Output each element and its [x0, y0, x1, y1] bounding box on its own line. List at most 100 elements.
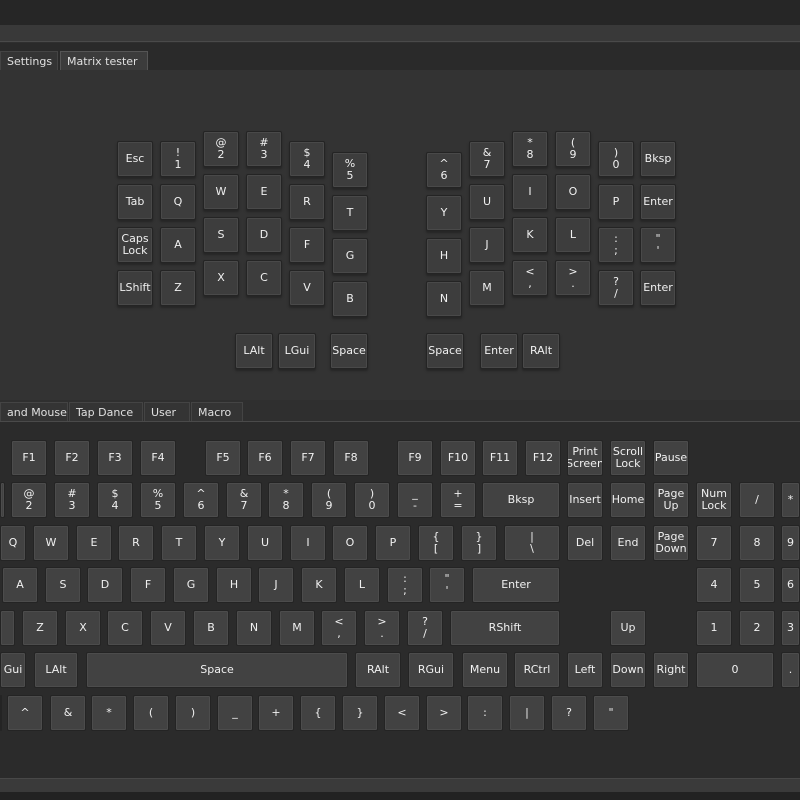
key[interactable]: ? /: [407, 610, 443, 646]
key[interactable]: Space: [330, 333, 368, 369]
key[interactable]: B: [193, 610, 229, 646]
key[interactable]: F10: [440, 440, 476, 476]
key[interactable]: ) 0: [354, 482, 390, 518]
key[interactable]: ) 0: [598, 141, 634, 177]
key[interactable]: Down: [610, 652, 646, 688]
key[interactable]: F5: [205, 440, 241, 476]
key[interactable]: ": [593, 695, 629, 731]
key[interactable]: I: [290, 525, 326, 561]
key[interactable]: & 7: [226, 482, 262, 518]
key[interactable]: & 7: [469, 141, 505, 177]
key[interactable]: Page Up: [653, 482, 689, 518]
key[interactable]: E: [246, 174, 282, 210]
key[interactable]: Y: [426, 195, 462, 231]
key[interactable]: | \: [504, 525, 560, 561]
key[interactable]: ^ 6: [426, 152, 462, 188]
key[interactable]: L: [344, 567, 380, 603]
key[interactable]: Q: [160, 184, 196, 220]
key[interactable]: |: [509, 695, 545, 731]
key[interactable]: Bksp: [640, 141, 676, 177]
key[interactable]: Y: [204, 525, 240, 561]
key[interactable]: F12: [525, 440, 561, 476]
key[interactable]: /: [739, 482, 775, 518]
key[interactable]: 5: [739, 567, 775, 603]
key[interactable]: D: [246, 217, 282, 253]
tab-mouse[interactable]: and Mouse: [0, 402, 68, 422]
key[interactable]: Enter: [480, 333, 518, 369]
key[interactable]: .: [781, 652, 800, 688]
key[interactable]: RAlt: [522, 333, 560, 369]
key[interactable]: X: [203, 260, 239, 296]
key[interactable]: ( 9: [311, 482, 347, 518]
key[interactable]: Home: [610, 482, 646, 518]
key[interactable]: } ]: [461, 525, 497, 561]
key[interactable]: C: [246, 260, 282, 296]
tab-settings[interactable]: Settings: [0, 51, 58, 71]
key[interactable]: <: [384, 695, 420, 731]
key[interactable]: V: [289, 270, 325, 306]
key[interactable]: >: [426, 695, 462, 731]
key[interactable]: ^ 6: [183, 482, 219, 518]
tab-user[interactable]: User: [144, 402, 190, 422]
key[interactable]: [0, 610, 15, 646]
key[interactable]: % 5: [332, 152, 368, 188]
tab-macro[interactable]: Macro: [191, 402, 243, 422]
key[interactable]: W: [33, 525, 69, 561]
key[interactable]: F: [289, 227, 325, 263]
key[interactable]: @ 2: [11, 482, 47, 518]
key[interactable]: R: [118, 525, 154, 561]
key[interactable]: " ': [429, 567, 465, 603]
key[interactable]: Space: [86, 652, 348, 688]
key[interactable]: P: [598, 184, 634, 220]
key[interactable]: W: [203, 174, 239, 210]
key[interactable]: O: [555, 174, 591, 210]
key[interactable]: ? /: [598, 270, 634, 306]
key[interactable]: " ': [640, 227, 676, 263]
key[interactable]: H: [216, 567, 252, 603]
key[interactable]: Z: [160, 270, 196, 306]
key[interactable]: K: [301, 567, 337, 603]
key[interactable]: [0, 482, 5, 518]
key[interactable]: I: [512, 174, 548, 210]
key[interactable]: E: [76, 525, 112, 561]
key[interactable]: 2: [739, 610, 775, 646]
key[interactable]: L: [555, 217, 591, 253]
key[interactable]: R: [289, 184, 325, 220]
key[interactable]: ): [175, 695, 211, 731]
key[interactable]: F3: [97, 440, 133, 476]
key[interactable]: RShift: [450, 610, 560, 646]
key[interactable]: 6: [781, 567, 800, 603]
key[interactable]: Esc: [117, 141, 153, 177]
key[interactable]: V: [150, 610, 186, 646]
key[interactable]: < ,: [512, 260, 548, 296]
key[interactable]: M: [279, 610, 315, 646]
key[interactable]: # 3: [246, 131, 282, 167]
key[interactable]: F2: [54, 440, 90, 476]
key[interactable]: ! 1: [160, 141, 196, 177]
key[interactable]: F: [130, 567, 166, 603]
key[interactable]: Tab: [117, 184, 153, 220]
key[interactable]: O: [332, 525, 368, 561]
key[interactable]: LAlt: [235, 333, 273, 369]
key[interactable]: N: [426, 281, 462, 317]
key[interactable]: 0: [696, 652, 774, 688]
key[interactable]: :: [467, 695, 503, 731]
key[interactable]: Up: [610, 610, 646, 646]
key[interactable]: (: [133, 695, 169, 731]
key[interactable]: End: [610, 525, 646, 561]
key[interactable]: H: [426, 238, 462, 274]
key[interactable]: 7: [696, 525, 732, 561]
key[interactable]: Enter: [640, 270, 676, 306]
key[interactable]: RGui: [408, 652, 454, 688]
key[interactable]: U: [469, 184, 505, 220]
key[interactable]: [0, 695, 2, 731]
key[interactable]: > .: [364, 610, 400, 646]
key[interactable]: Caps Lock: [117, 227, 153, 263]
key[interactable]: 4: [696, 567, 732, 603]
key[interactable]: 8: [739, 525, 775, 561]
key[interactable]: ( 9: [555, 131, 591, 167]
key[interactable]: G: [332, 238, 368, 274]
key[interactable]: Insert: [567, 482, 603, 518]
key[interactable]: Left: [567, 652, 603, 688]
key[interactable]: Pause: [653, 440, 689, 476]
